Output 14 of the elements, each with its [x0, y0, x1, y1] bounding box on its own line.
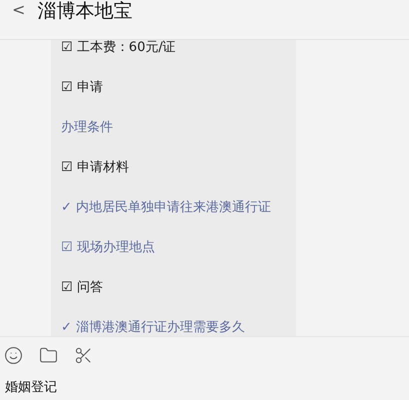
- window-title: 淄博本地宝: [37, 0, 132, 22]
- message-link[interactable]: ✓ 内地居民单独申请往来港澳通行证: [61, 198, 272, 216]
- message-text: ☑ 申请材料: [61, 159, 129, 176]
- message-text: ☑ 问答: [61, 279, 103, 296]
- message-text: ☑ 申请: [61, 79, 103, 96]
- emoji-icon[interactable]: [4, 346, 23, 364]
- scissors-icon[interactable]: [74, 346, 93, 364]
- message-text: ☑ 工本费：60元/证: [61, 40, 176, 56]
- message-link[interactable]: ☑ 现场办理地点: [61, 238, 155, 256]
- message-input[interactable]: 婚姻登记: [4, 375, 385, 398]
- back-button[interactable]: <: [8, 0, 30, 20]
- message-link[interactable]: 办理条件: [61, 118, 113, 136]
- folder-icon[interactable]: [39, 346, 58, 364]
- message-link[interactable]: ✓ 淄博港澳通行证办理需要多久: [61, 318, 246, 336]
